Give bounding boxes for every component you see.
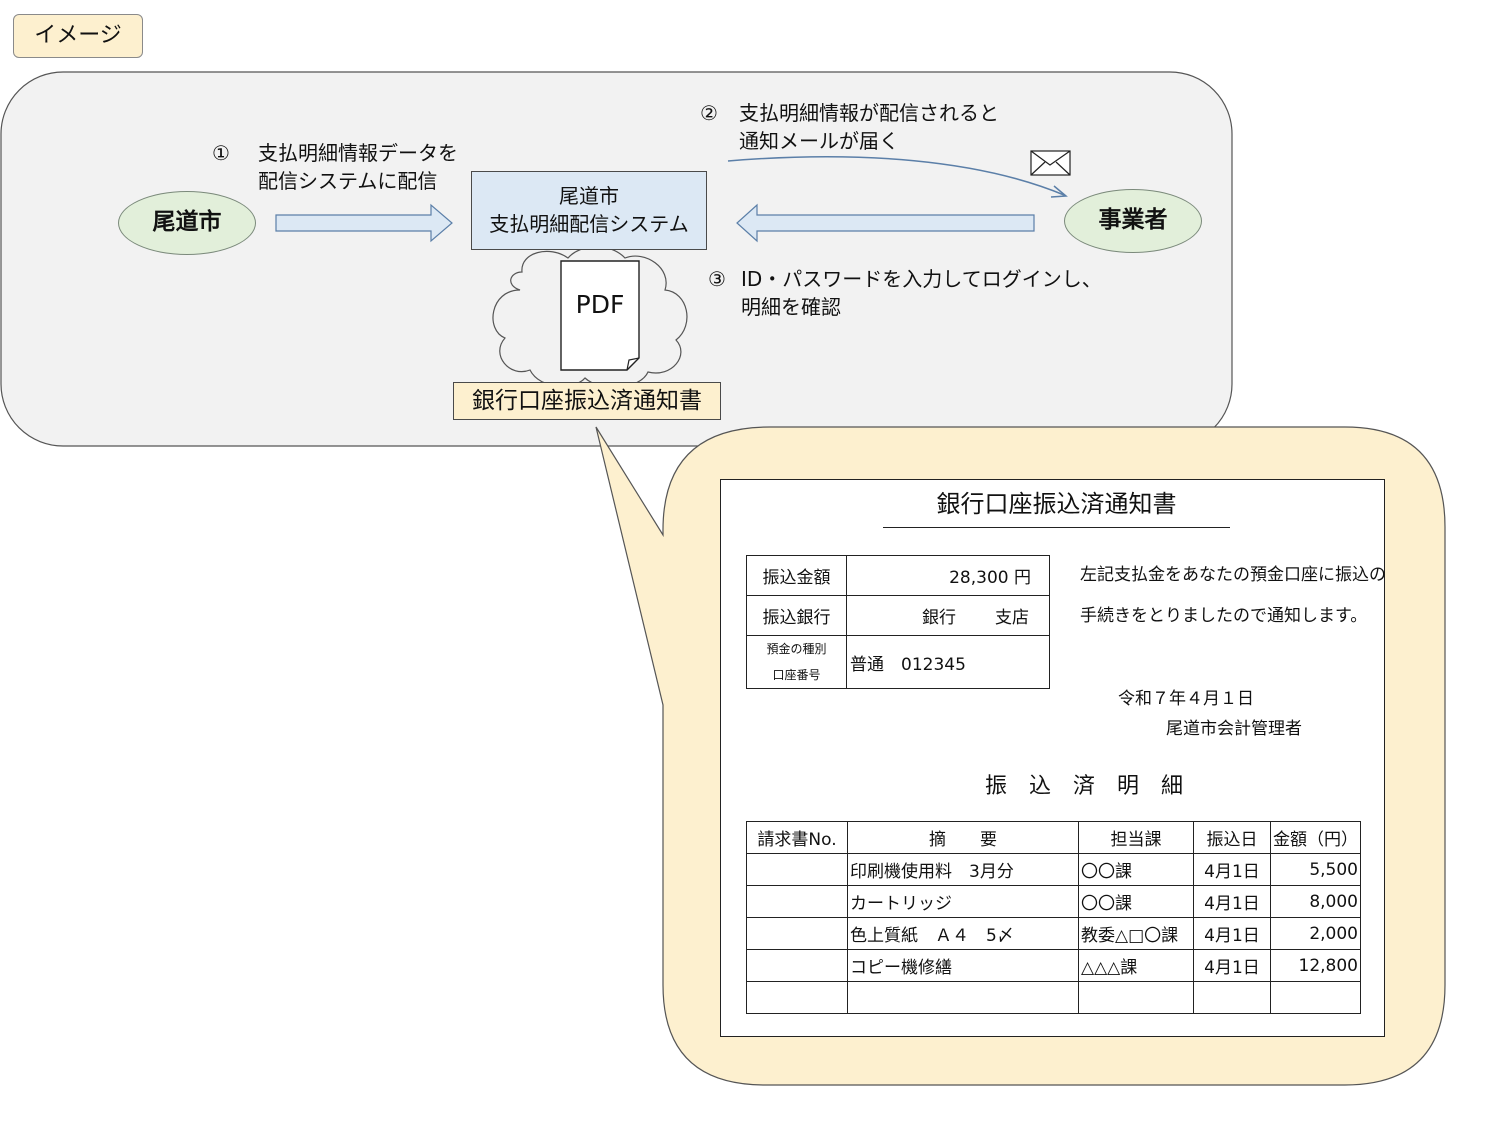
transfer-summary-table: 振込金額 28,300 円 振込銀行 銀行 支店 預金の種別 口座番号 普通 01… [746, 555, 1050, 689]
account-label: 預金の種別 口座番号 [746, 635, 847, 689]
account-label-line2: 口座番号 [772, 668, 821, 682]
table-row: 印刷機使用料 3月分 〇〇課 4月1日 5,500 [746, 853, 1361, 886]
notice-message-line1: 左記支払金をあなたの預金口座に振込の [1080, 565, 1386, 585]
col-transfer-date: 振込日 [1193, 821, 1271, 854]
pdf-label: PDF [575, 290, 625, 319]
cell-description: カートリッジ [847, 885, 1079, 918]
step-3-line1: ID・パスワードを入力してログインし、 [741, 267, 1102, 291]
cell-invoice-no [746, 853, 848, 886]
cell-department: 教委△□〇課 [1078, 917, 1194, 950]
step-2: ② 支払明細情報が配信されると 通知メールが届く [700, 99, 999, 155]
document-label: 銀行口座振込済通知書 [453, 382, 721, 420]
image-tag: イメージ [13, 14, 143, 58]
cell-amount: 2,000 [1270, 917, 1361, 950]
cell-date: 4月1日 [1193, 949, 1271, 982]
cell-invoice-no [746, 885, 848, 918]
step-1-number: ① [212, 141, 230, 165]
bank-value-bank: 銀行 [922, 608, 956, 628]
step-1-line2: 配信システムに配信 [258, 169, 438, 193]
cell-amount [1270, 981, 1361, 1014]
cell-amount: 8,000 [1270, 885, 1361, 918]
table-row: カートリッジ 〇〇課 4月1日 8,000 [746, 885, 1361, 918]
step-3: ③ ID・パスワードを入力してログインし、 明細を確認 [708, 265, 1102, 321]
cell-description: コピー機修繕 [847, 949, 1079, 982]
col-amount: 金額（円） [1270, 821, 1361, 854]
table-row: 色上質紙 Ａ４ 5〆 教委△□〇課 4月1日 2,000 [746, 917, 1361, 950]
cell-invoice-no [746, 917, 848, 950]
cell-department: 〇〇課 [1078, 853, 1194, 886]
step-2-number: ② [700, 101, 718, 125]
table-row [746, 981, 1361, 1014]
cell-date: 4月1日 [1193, 917, 1271, 950]
cell-invoice-no [746, 949, 848, 982]
step-2-line1: 支払明細情報が配信されると [739, 101, 999, 125]
bank-value-branch: 支店 [995, 608, 1029, 628]
cell-amount: 12,800 [1270, 949, 1361, 982]
notice-title: 銀行口座振込済通知書 [883, 484, 1230, 528]
node-system: 尾道市 支払明細配信システム [471, 171, 707, 250]
bank-label: 振込銀行 [746, 595, 847, 636]
amount-value: 28,300 円 [846, 555, 1050, 596]
notice-date: 令和７年４月１日 [1118, 689, 1254, 709]
cell-description [847, 981, 1079, 1014]
notice-message-line2: 手続きをとりましたので通知します。 [1080, 606, 1368, 626]
system-name-line2: 支払明細配信システム [489, 212, 689, 236]
notice-message: 左記支払金をあなたの預金口座に振込の 手続きをとりましたので通知します。 [1080, 555, 1386, 637]
cell-description: 色上質紙 Ａ４ 5〆 [847, 917, 1079, 950]
step-1-line1: 支払明細情報データを [258, 141, 458, 165]
table-row: コピー機修繕 △△△課 4月1日 12,800 [746, 949, 1361, 982]
cell-department: △△△課 [1078, 949, 1194, 982]
cell-description: 印刷機使用料 3月分 [847, 853, 1079, 886]
step-1: ① 支払明細情報データを 配信システムに配信 [212, 139, 458, 195]
account-value: 普通 012345 [846, 635, 1050, 689]
bank-value: 銀行 支店 [846, 595, 1050, 636]
detail-table-header: 請求書No. 摘 要 担当課 振込日 金額（円） [746, 821, 1361, 854]
detail-table: 請求書No. 摘 要 担当課 振込日 金額（円） 印刷機使用料 3月分 〇〇課 … [746, 821, 1361, 1014]
mail-icon [1030, 150, 1071, 176]
amount-label: 振込金額 [746, 555, 847, 596]
node-business: 事業者 [1064, 189, 1202, 253]
system-name-line1: 尾道市 [559, 184, 619, 208]
cell-department: 〇〇課 [1078, 885, 1194, 918]
node-city: 尾道市 [118, 191, 256, 255]
account-label-line1: 預金の種別 [766, 642, 827, 656]
cell-amount: 5,500 [1270, 853, 1361, 886]
notice-issuer: 尾道市会計管理者 [1166, 719, 1302, 739]
step-3-number: ③ [708, 267, 726, 291]
step-2-line2: 通知メールが届く [739, 129, 899, 153]
col-description: 摘 要 [847, 821, 1079, 854]
cell-invoice-no [746, 981, 848, 1014]
cell-date: 4月1日 [1193, 885, 1271, 918]
col-department: 担当課 [1078, 821, 1194, 854]
col-invoice-no: 請求書No. [746, 821, 848, 854]
cell-date [1193, 981, 1271, 1014]
step-3-line2: 明細を確認 [741, 295, 841, 319]
cell-date: 4月1日 [1193, 853, 1271, 886]
detail-title: 振 込 済 明 細 [985, 774, 1184, 799]
cell-department [1078, 981, 1194, 1014]
